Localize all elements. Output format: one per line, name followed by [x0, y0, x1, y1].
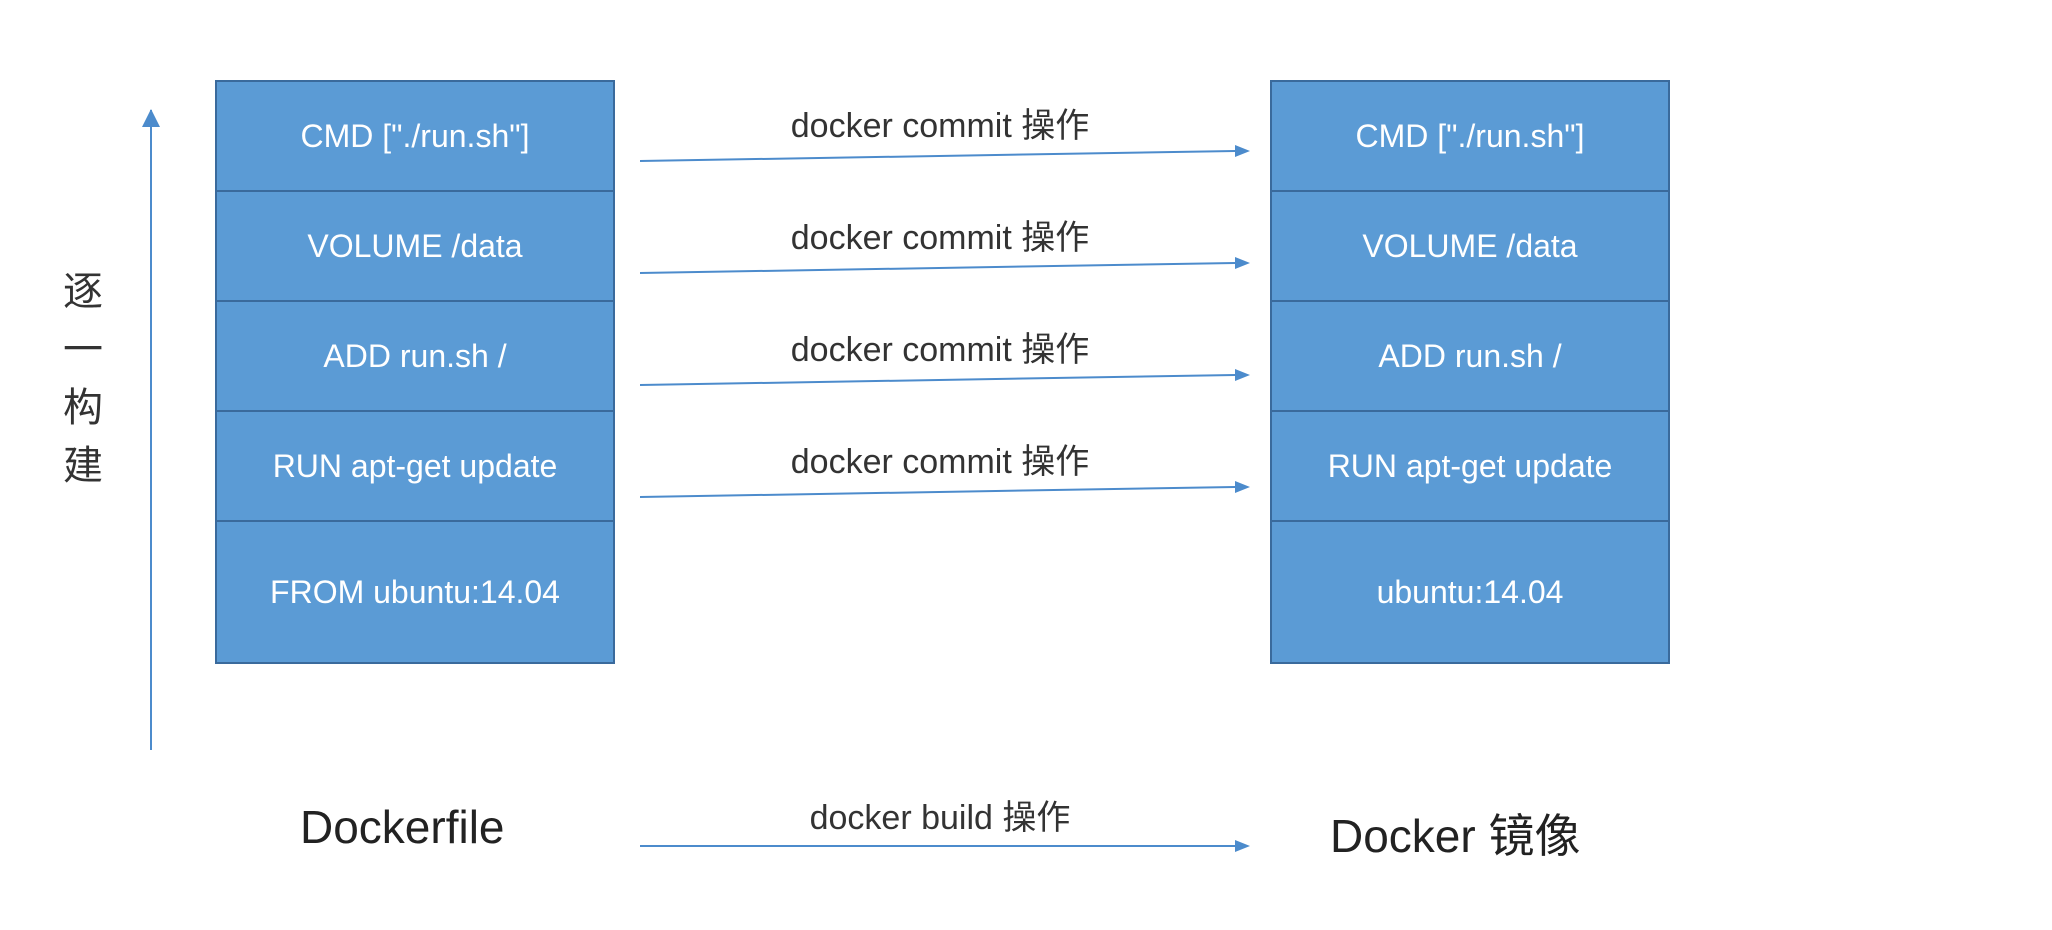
image-layer-base: ubuntu:14.04: [1272, 522, 1668, 662]
docker-image-stack: CMD ["./run.sh"] VOLUME /data ADD run.sh…: [1270, 80, 1670, 664]
dockerfile-title: Dockerfile: [300, 800, 505, 854]
commit-arrow-1: docker commit 操作: [640, 98, 1240, 153]
vertical-build-label: 逐一构建: [50, 270, 108, 502]
commit-arrow-2: docker commit 操作: [640, 210, 1240, 265]
layer-run: RUN apt-get update: [217, 412, 613, 522]
commit-arrow-4: docker commit 操作: [640, 434, 1240, 489]
image-layer-cmd: CMD ["./run.sh"]: [1272, 82, 1668, 192]
dockerfile-stack: CMD ["./run.sh"] VOLUME /data ADD run.sh…: [215, 80, 615, 664]
build-arrow: docker build 操作: [640, 790, 1240, 845]
image-layer-run: RUN apt-get update: [1272, 412, 1668, 522]
layer-volume: VOLUME /data: [217, 192, 613, 302]
build-direction-arrow: [150, 110, 152, 750]
docker-image-title: Docker 镜像: [1330, 800, 1580, 866]
commit-arrow-3: docker commit 操作: [640, 322, 1240, 377]
image-layer-volume: VOLUME /data: [1272, 192, 1668, 302]
layer-add: ADD run.sh /: [217, 302, 613, 412]
layer-cmd: CMD ["./run.sh"]: [217, 82, 613, 192]
image-layer-add: ADD run.sh /: [1272, 302, 1668, 412]
layer-from: FROM ubuntu:14.04: [217, 522, 613, 662]
